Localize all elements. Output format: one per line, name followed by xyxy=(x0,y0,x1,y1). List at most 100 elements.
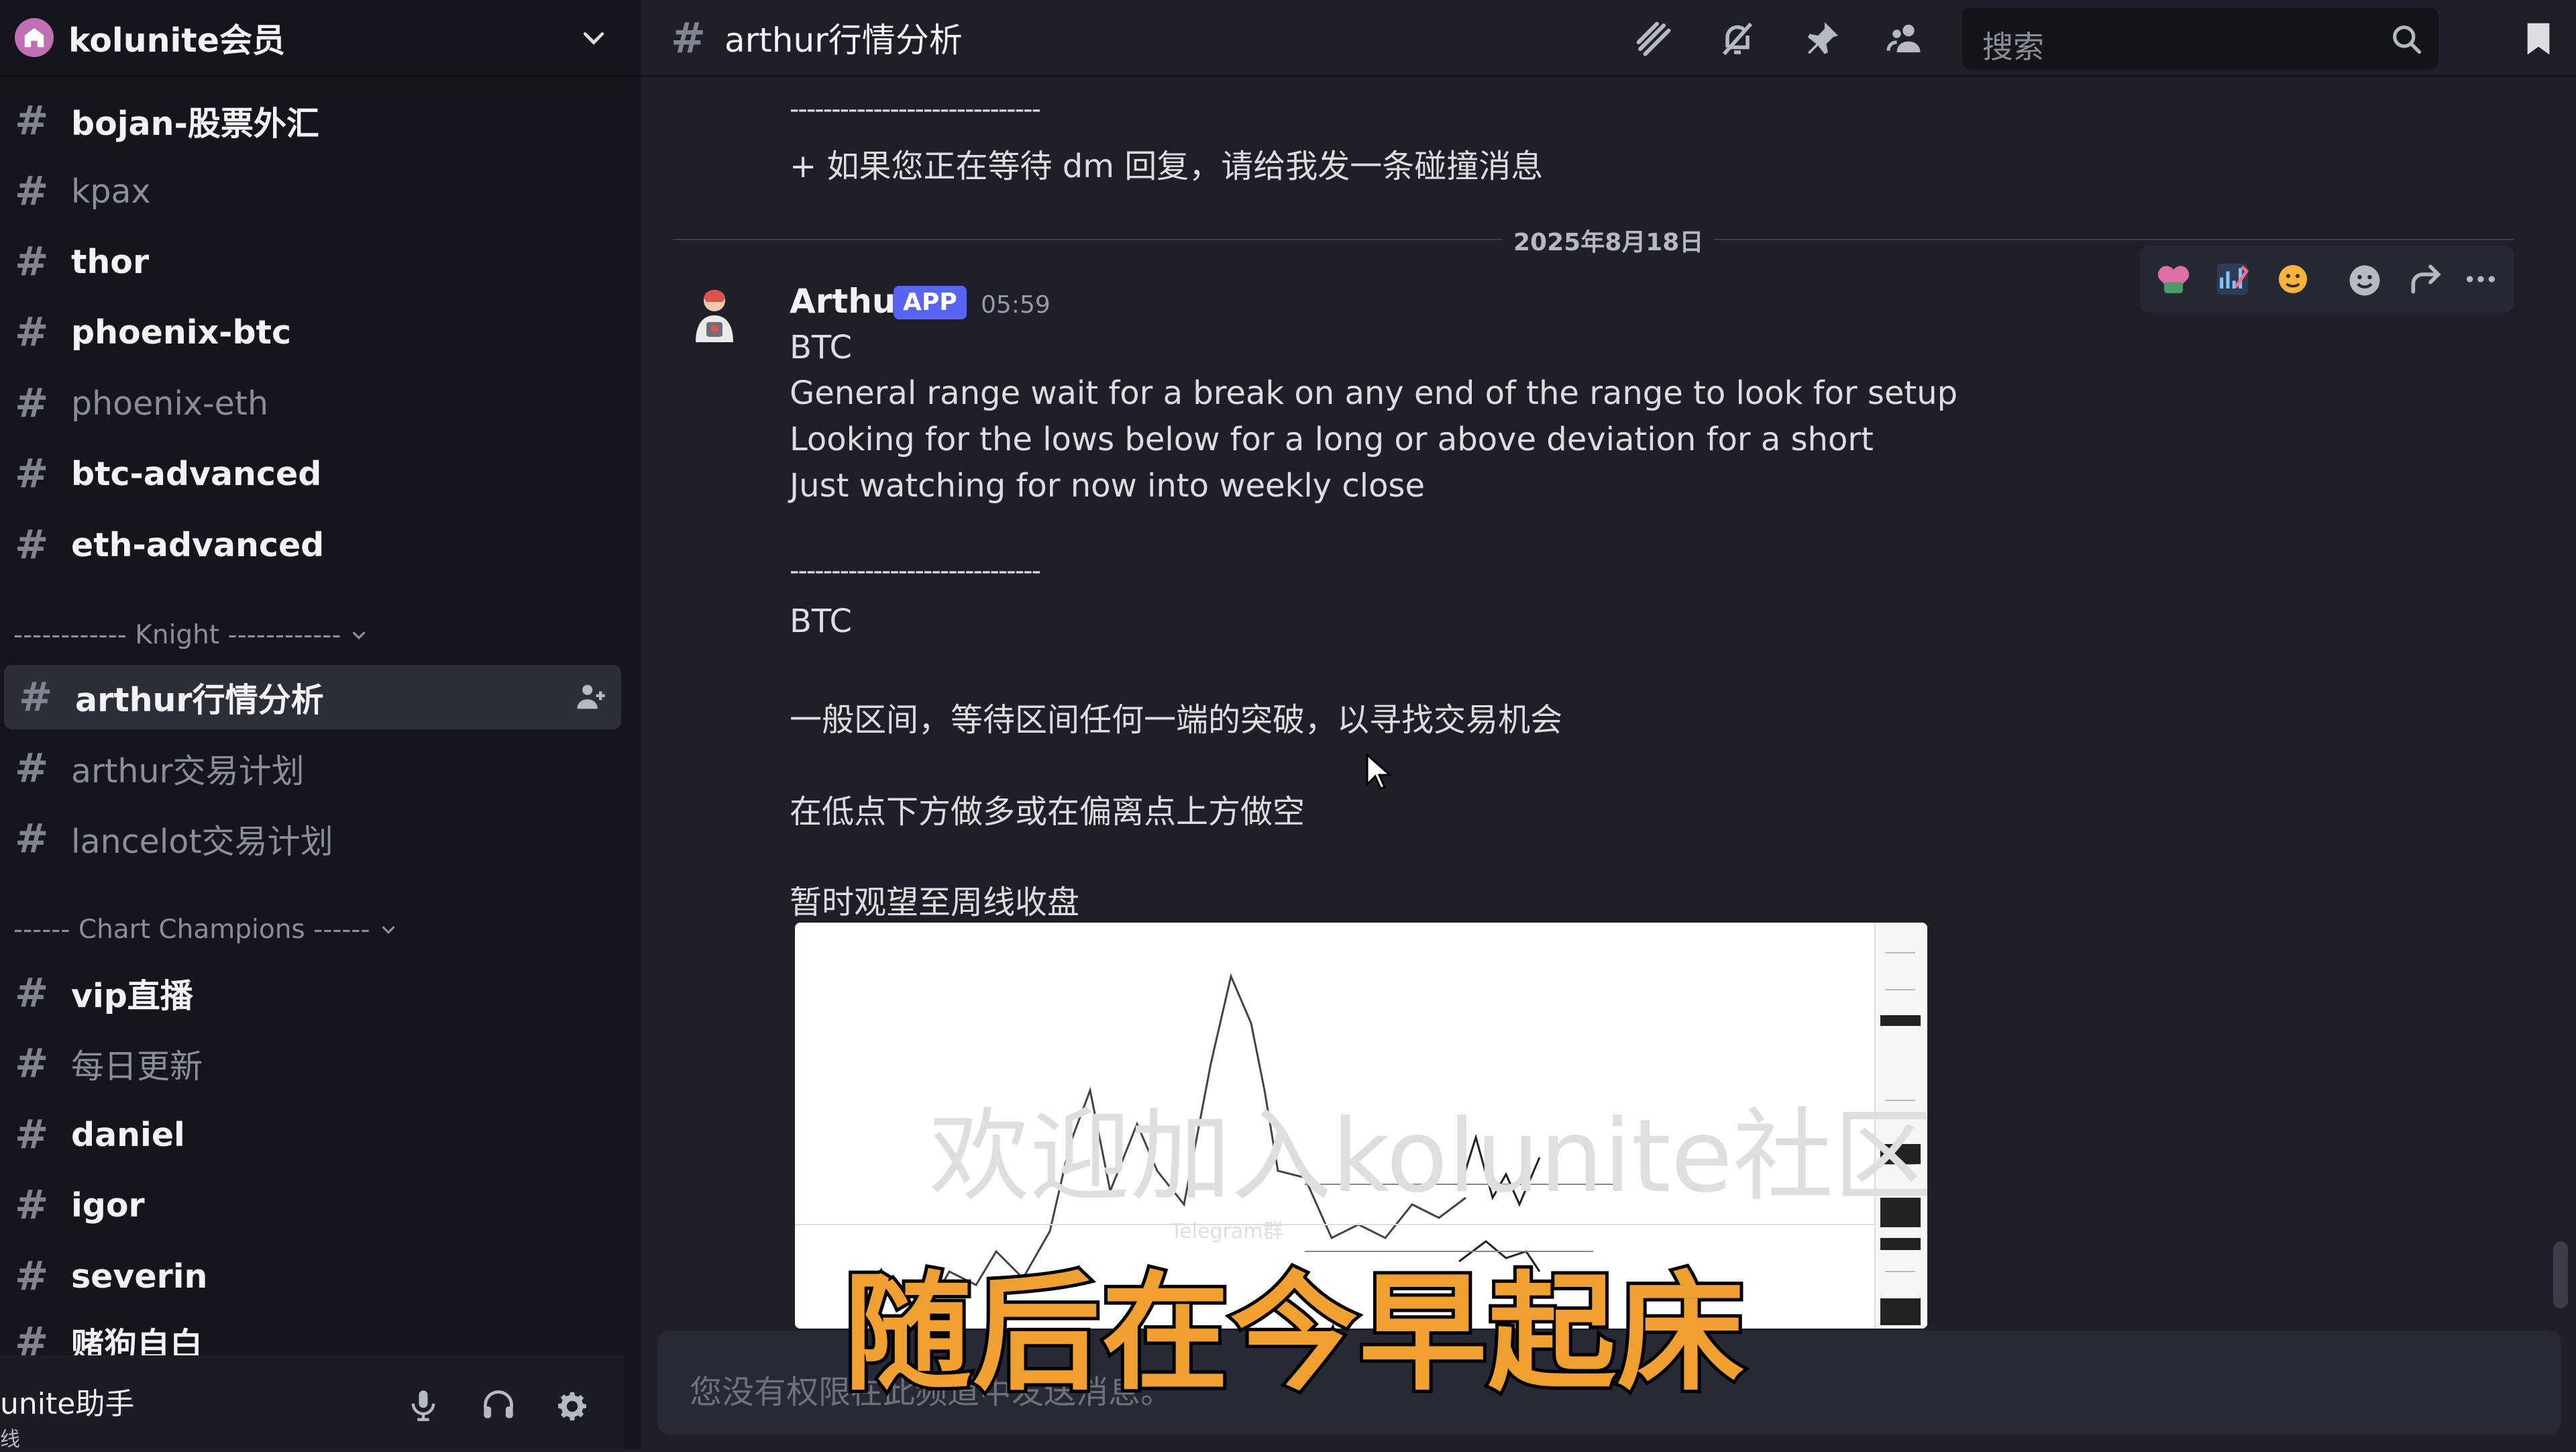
server-header[interactable]: kolunite会员 xyxy=(0,0,641,77)
message-text: BTC xyxy=(790,329,852,366)
video-subtitle: 随后在今早起床 xyxy=(841,1248,1748,1411)
channel-item[interactable]: # eth-advanced xyxy=(0,513,621,577)
bell-muted-icon[interactable] xyxy=(1717,19,1758,59)
channel-label: kpax xyxy=(71,172,151,211)
channel-label: bojan-股票外汇 xyxy=(71,104,319,143)
category-label: ------------ Knight ------------ xyxy=(13,620,341,650)
server-name: kolunite会员 xyxy=(68,21,285,60)
channel-item[interactable]: # 每日更新 xyxy=(0,1031,621,1096)
username[interactable]: unite助手 xyxy=(0,1380,134,1422)
channel-item[interactable]: # igor xyxy=(0,1173,621,1237)
message-text: Just watching for now into weekly close xyxy=(790,467,1425,505)
message-timestamp: 05:59 xyxy=(981,291,1051,319)
add-member-icon[interactable] xyxy=(573,680,608,715)
channel-item[interactable]: # arthur交易计划 xyxy=(0,736,621,800)
headphones-icon[interactable] xyxy=(480,1388,517,1422)
channel-item[interactable]: # lancelot交易计划 xyxy=(0,807,621,871)
channel-label: eth-advanced xyxy=(71,525,325,564)
user-status: 线 xyxy=(0,1428,20,1451)
app-badge: APP xyxy=(894,286,967,319)
hash-icon: # xyxy=(671,13,706,62)
category-chart-champions[interactable]: ------ Chart Champions ------ xyxy=(13,915,398,945)
channel-title: arthur行情分析 xyxy=(724,21,963,60)
channel-item[interactable]: # vip直播 xyxy=(0,961,621,1025)
message-text: Looking for the lows below for a long or… xyxy=(790,421,1874,458)
message-text: + 如果您正在等待 dm 回复，请给我发一条碰撞消息 xyxy=(790,148,1544,185)
category-label: ------ Chart Champions ------ xyxy=(13,915,370,945)
avatar[interactable] xyxy=(681,280,748,348)
date-label: 2025年8月18日 xyxy=(1503,223,1715,258)
reaction-emoji-icon[interactable] xyxy=(2155,260,2192,298)
channel-label: lancelot交易计划 xyxy=(71,822,333,861)
hash-icon: # xyxy=(15,521,49,568)
search-input[interactable]: 搜索 xyxy=(1962,8,2438,70)
microphone-icon[interactable] xyxy=(406,1388,441,1422)
message-text: General range wait for a break on any en… xyxy=(790,374,1958,412)
channel-label: phoenix-btc xyxy=(71,313,292,352)
hash-icon: # xyxy=(15,1253,49,1300)
channel-label: arthur行情分析 xyxy=(75,680,324,719)
user-panel: unite助手 线 xyxy=(0,1355,624,1451)
scrollbar[interactable] xyxy=(2553,1241,2568,1308)
message-text: 在低点下方做多或在偏离点上方做空 xyxy=(790,793,1305,831)
message-separator: ------------------------------ xyxy=(790,556,1041,586)
channel-label: 每日更新 xyxy=(71,1047,203,1086)
channel-label: vip直播 xyxy=(71,976,193,1015)
hash-icon: # xyxy=(15,309,49,356)
channel-item[interactable]: # thor xyxy=(0,229,621,294)
chevron-down-icon xyxy=(353,631,366,639)
server-icon xyxy=(15,18,54,57)
channel-label: daniel xyxy=(71,1115,185,1154)
channel-item[interactable]: # kpax xyxy=(0,159,621,223)
channel-label: btc-advanced xyxy=(71,454,322,493)
channel-item[interactable]: # severin xyxy=(0,1244,621,1308)
hash-icon: # xyxy=(15,450,49,497)
threads-icon[interactable] xyxy=(1633,19,1674,59)
hash-icon: # xyxy=(15,970,49,1017)
channel-item-active[interactable]: # arthur行情分析 xyxy=(4,665,621,729)
message-text: 暂时观望至周线收盘 xyxy=(790,884,1080,921)
search-icon[interactable] xyxy=(2389,21,2424,56)
hash-icon: # xyxy=(15,380,49,427)
chevron-down-icon xyxy=(382,926,394,934)
category-knight[interactable]: ------------ Knight ------------ xyxy=(13,620,369,650)
hash-icon: # xyxy=(15,168,49,215)
channel-label: arthur交易计划 xyxy=(71,751,305,790)
forward-icon[interactable] xyxy=(2407,260,2445,298)
channel-item[interactable]: # bojan-股票外汇 xyxy=(0,89,621,153)
channel-label: thor xyxy=(71,242,150,281)
message-text: 一般区间，等待区间任何一端的突破，以寻找交易机会 xyxy=(790,701,1563,739)
channel-label: phoenix-eth xyxy=(71,384,269,423)
message-text: BTC xyxy=(790,603,852,640)
subtitle-text: 随后在今早起床 xyxy=(841,1256,1748,1411)
hash-icon: # xyxy=(19,674,53,721)
watermark-text: 欢迎加入kolunite社区 xyxy=(929,1098,1927,1215)
pin-icon[interactable] xyxy=(1801,19,1841,59)
channel-label: severin xyxy=(71,1257,208,1296)
channel-header: # arthur行情分析 搜索 xyxy=(641,0,2576,77)
channel-sidebar: kolunite会员 # bojan-股票外汇 # kpax # thor # phoe… xyxy=(0,0,641,1451)
reaction-chart-icon[interactable] xyxy=(2214,260,2251,298)
message-actions-toolbar xyxy=(2140,246,2514,313)
mouse-cursor-icon xyxy=(1366,754,1393,790)
reaction-face-icon[interactable] xyxy=(2273,260,2313,298)
channel-item[interactable]: # daniel xyxy=(0,1102,621,1167)
channel-item[interactable]: # btc-advanced xyxy=(0,442,621,506)
message-separator: ------------------------------ xyxy=(790,94,1041,125)
channel-item[interactable]: # phoenix-btc xyxy=(0,300,621,364)
gear-icon[interactable] xyxy=(553,1388,591,1425)
hash-icon: # xyxy=(15,97,49,144)
hash-icon: # xyxy=(15,1182,49,1229)
hash-icon: # xyxy=(15,238,49,285)
chevron-down-icon[interactable] xyxy=(579,23,608,52)
add-reaction-icon[interactable] xyxy=(2345,260,2385,301)
channel-item[interactable]: # phoenix-eth xyxy=(0,371,621,435)
hash-icon: # xyxy=(15,1040,49,1087)
bookmark-icon[interactable] xyxy=(2520,19,2557,59)
hash-icon: # xyxy=(15,1111,49,1158)
more-options-icon[interactable] xyxy=(2461,260,2501,298)
channel-label: igor xyxy=(71,1186,145,1225)
search-placeholder: 搜索 xyxy=(1982,29,2044,65)
hash-icon: # xyxy=(15,745,49,792)
member-list-icon[interactable] xyxy=(1885,19,1925,59)
